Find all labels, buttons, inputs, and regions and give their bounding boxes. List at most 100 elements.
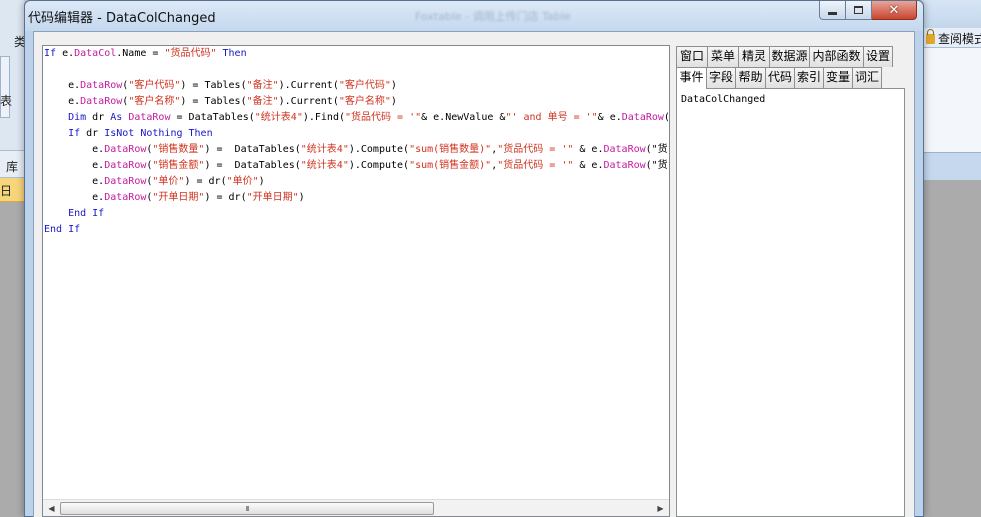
code-token: Then: [216, 48, 247, 59]
code-line[interactable]: e.DataRow("销售数量") = DataTables("统计表4").C…: [44, 142, 668, 158]
maximize-icon: [854, 6, 863, 14]
code-line[interactable]: Dim dr As DataRow = DataTables("统计表4").F…: [44, 110, 668, 126]
event-list[interactable]: DataColChanged: [676, 88, 905, 517]
code-line[interactable]: [44, 62, 668, 78]
code-token: "统计表4": [254, 112, 303, 123]
window-controls: ✕: [819, 1, 917, 20]
code-token: dr: [80, 128, 105, 139]
code-editor[interactable]: If e.DataCol.Name = "货品代码" Then e.DataRo…: [42, 45, 670, 517]
code-token: DataRow: [80, 96, 123, 107]
tab-code[interactable]: 代码: [765, 67, 795, 88]
code-token: "客户名称": [128, 96, 181, 107]
scrollbar-thumb[interactable]: III: [60, 502, 434, 515]
helper-panel: 窗口 菜单 精灵 数据源 内部函数 设置 事件 字段 帮助 代码 索引 变量 词…: [676, 45, 908, 517]
scroll-left-arrow-icon[interactable]: ◀: [43, 500, 60, 516]
code-line[interactable]: e.DataRow("客户名称") = Tables("备注").Current…: [44, 94, 668, 110]
code-token: "销售数量": [152, 144, 205, 155]
tab-fields[interactable]: 字段: [706, 67, 736, 88]
code-token: e.: [44, 96, 81, 107]
minimize-button[interactable]: [819, 1, 846, 20]
tab-row-1: 窗口 菜单 精灵 数据源 内部函数 设置: [676, 46, 893, 67]
code-token: DataRow: [603, 160, 646, 171]
code-token: ) = DataTables(: [204, 144, 301, 155]
code-token: "开单日期": [152, 192, 205, 203]
tab-menu[interactable]: 菜单: [707, 46, 739, 67]
code-token: e.: [44, 144, 105, 155]
background-window-caption: Foxtable - 调用上传门店 Table: [415, 10, 571, 23]
close-button[interactable]: ✕: [872, 1, 917, 20]
tab-settings[interactable]: 设置: [863, 46, 893, 67]
window-title: 代码编辑器 - DataColChanged: [28, 11, 216, 26]
code-token: .Name =: [116, 48, 165, 59]
title-bar[interactable]: 代码编辑器 - DataColChanged Foxtable - 调用上传门店…: [25, 1, 923, 31]
code-token: e.: [44, 80, 81, 91]
code-token: "货品代码 = '": [345, 112, 422, 123]
code-token: "' and 单号 = '": [505, 112, 598, 123]
code-token: "sum(销售数量)": [409, 144, 492, 155]
code-token: ).Find(: [302, 112, 345, 123]
code-token: DataRow: [104, 144, 147, 155]
code-line[interactable]: If dr IsNot Nothing Then: [44, 126, 668, 142]
code-token: DataRow: [104, 192, 147, 203]
code-line[interactable]: If e.DataCol.Name = "货品代码" Then: [44, 46, 668, 62]
code-token: ): [390, 96, 397, 107]
tab-events[interactable]: 事件: [676, 67, 707, 89]
tab-window[interactable]: 窗口: [676, 46, 708, 67]
code-token: DataCol: [74, 48, 117, 59]
tab-datasource[interactable]: 数据源: [769, 46, 810, 67]
code-text-area[interactable]: If e.DataCol.Name = "货品代码" Then e.DataRo…: [44, 46, 668, 496]
horizontal-scrollbar[interactable]: ◀ III ▶: [43, 499, 669, 516]
tab-variables[interactable]: 变量: [823, 67, 853, 88]
background-app-left: 类 表 库 日: [0, 0, 26, 517]
tab-internal-functions[interactable]: 内部函数: [809, 46, 864, 67]
code-token: End If: [44, 224, 81, 235]
code-token: "备注": [246, 96, 279, 107]
background-app-right: 查阅模式: [922, 0, 981, 517]
tab-index[interactable]: 索引: [794, 67, 824, 88]
code-line[interactable]: End If: [44, 206, 668, 222]
code-token: "客户名称": [338, 96, 391, 107]
code-token: e.: [44, 176, 105, 187]
code-token: DataRow: [80, 80, 123, 91]
tab-vocabulary[interactable]: 词汇: [852, 67, 882, 88]
code-token: ("货品代码")): [645, 144, 668, 155]
code-editor-window: 代码编辑器 - DataColChanged Foxtable - 调用上传门店…: [24, 0, 924, 517]
list-item[interactable]: DataColChanged: [681, 94, 765, 105]
tab-wizard[interactable]: 精灵: [738, 46, 770, 67]
code-token: "备注": [246, 80, 279, 91]
code-line[interactable]: e.DataRow("开单日期") = dr("开单日期"): [44, 190, 668, 206]
code-token: IsNot Nothing Then: [104, 128, 213, 139]
code-token: "销售金额": [152, 160, 205, 171]
scroll-right-arrow-icon[interactable]: ▶: [652, 500, 669, 516]
code-token: Dim: [44, 112, 87, 123]
code-line[interactable]: e.DataRow("销售金额") = DataTables("统计表4").C…: [44, 158, 668, 174]
code-token: "开单日期": [246, 192, 299, 203]
code-token: & e.: [573, 144, 604, 155]
window-client-area: If e.DataCol.Name = "货品代码" Then e.DataRo…: [33, 31, 915, 517]
code-token: ).Compute(: [348, 160, 410, 171]
code-token: "单价": [226, 176, 259, 187]
code-token: ) = DataTables(: [204, 160, 301, 171]
close-icon: ✕: [888, 2, 900, 18]
lookup-mode-item[interactable]: 查阅模式: [926, 29, 981, 47]
code-token: "货品代码 = '": [497, 144, 574, 155]
code-line[interactable]: e.DataRow("客户代码") = Tables("备注").Current…: [44, 78, 668, 94]
code-token: ) = dr(: [184, 176, 227, 187]
tab-help[interactable]: 帮助: [735, 67, 766, 88]
code-line[interactable]: e.DataRow("单价") = dr("单价"): [44, 174, 668, 190]
code-token: "统计表4": [300, 144, 349, 155]
code-token: & e.: [597, 112, 622, 123]
code-token: "货品代码 = '": [497, 160, 574, 171]
background-text-fragment: 日: [0, 184, 13, 198]
code-line[interactable]: End If: [44, 222, 668, 238]
background-gray-area: [0, 202, 24, 517]
code-token: ) = Tables(: [180, 80, 247, 91]
code-token: ("货品代码")): [645, 160, 668, 171]
code-token: DataRow: [621, 112, 664, 123]
background-text-fragment: 库: [6, 160, 19, 174]
tab-row-2: 事件 字段 帮助 代码 索引 变量 词汇: [676, 67, 882, 89]
maximize-button[interactable]: [846, 1, 872, 20]
code-token: ): [258, 176, 265, 187]
code-token: "货品代码": [164, 48, 217, 59]
background-gray-area: [922, 180, 981, 517]
